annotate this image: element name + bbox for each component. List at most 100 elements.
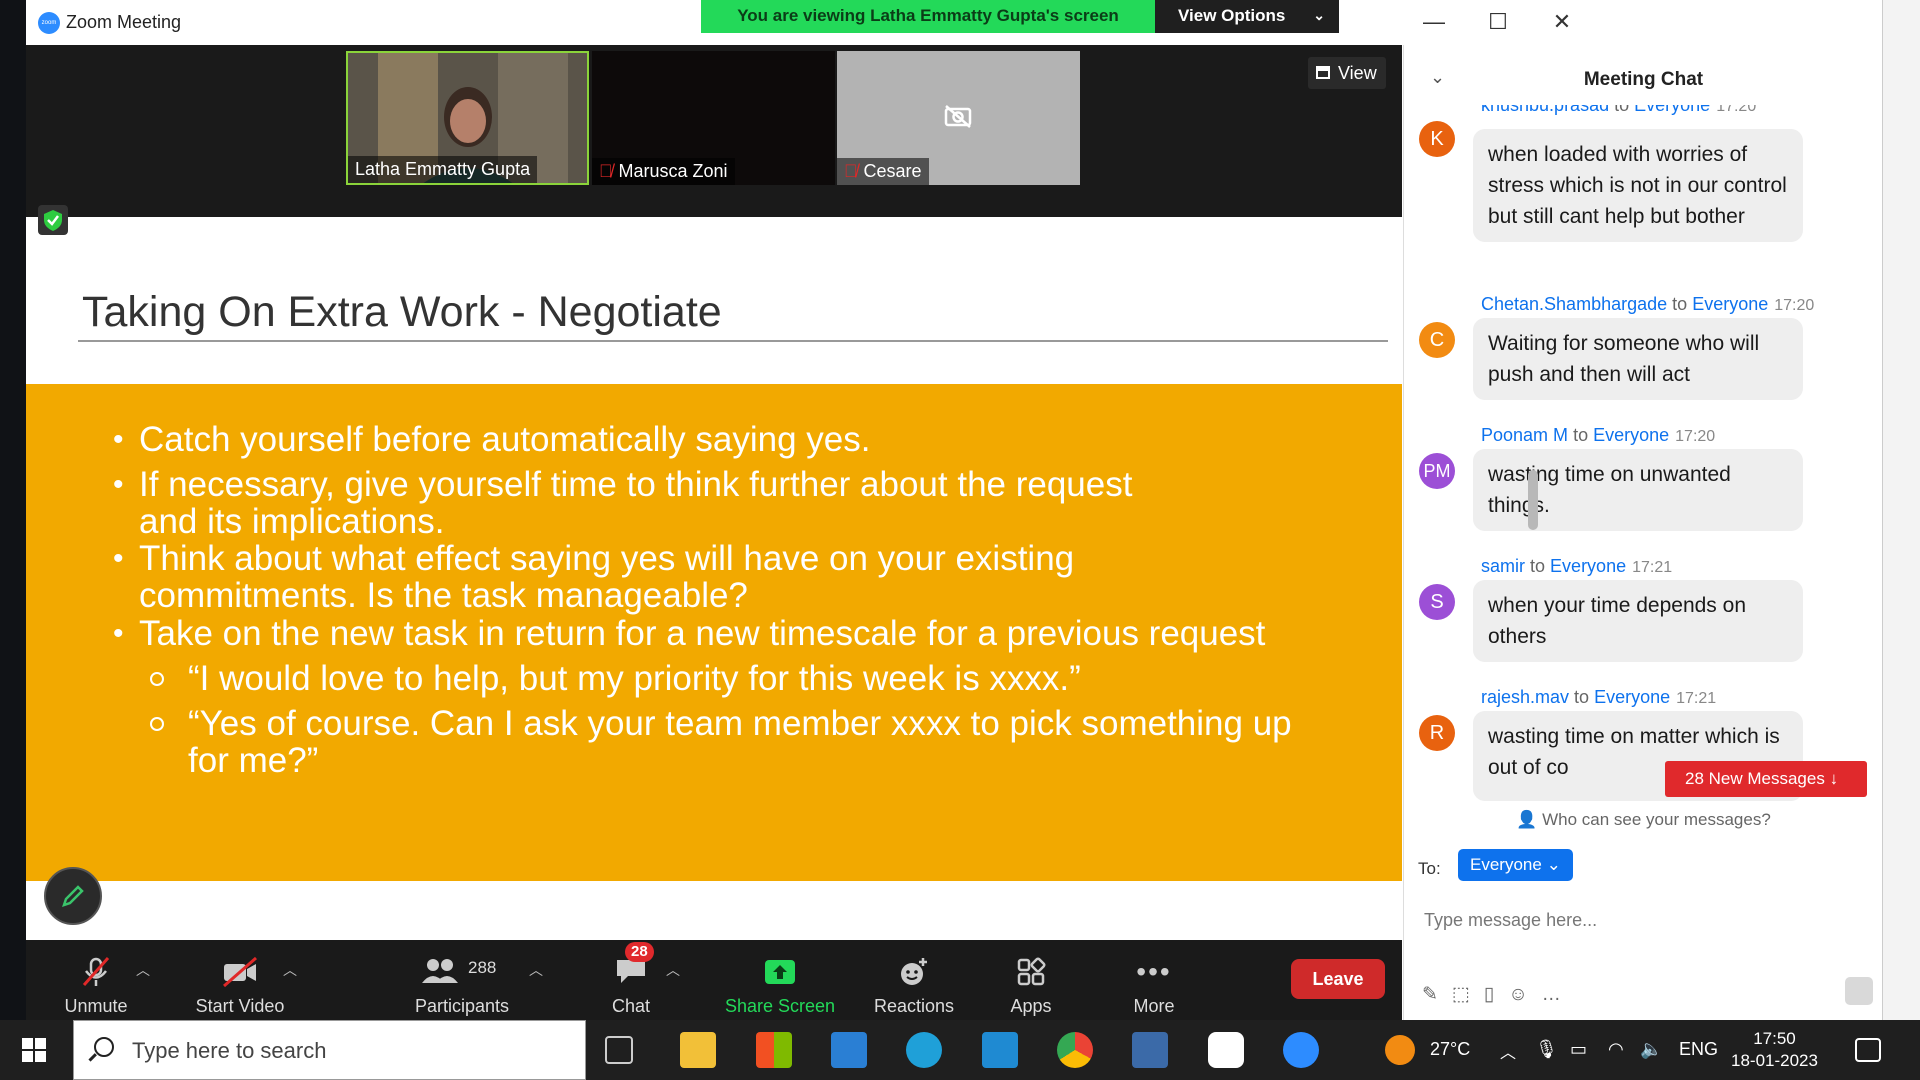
windows-taskbar: Type here to search 27°C ︿ 🎙 ▭ ◠ 🔈 ENG 1…	[0, 1020, 1920, 1080]
window-title: Zoom Meeting	[66, 12, 182, 32]
desktop-right-edge	[1882, 0, 1920, 1020]
search-icon	[94, 1037, 114, 1057]
new-messages-button[interactable]: 28 New Messages ↓	[1665, 761, 1867, 797]
message-sender[interactable]: Chetan.Shambhargade	[1481, 294, 1667, 314]
taskbar-clock[interactable]: 17:50 18-01-2023	[1731, 1028, 1818, 1072]
recipient-row: To: Everyone ⌄	[1418, 849, 1573, 881]
mic-muted-icon: 🎙̸	[599, 161, 613, 181]
weather-temperature[interactable]: 27°C	[1430, 1039, 1470, 1060]
tray-overflow-icon[interactable]: ︿	[1500, 1039, 1516, 1063]
share-screen-button[interactable]: Share Screen	[720, 956, 840, 1017]
message-sender[interactable]: khushbu.prasad	[1481, 105, 1609, 115]
chrome-icon[interactable]	[1057, 1032, 1093, 1068]
tile-name-label: Cesare	[863, 161, 922, 181]
mic-muted-icon: 🎙̸	[844, 161, 858, 181]
recipient-dropdown[interactable]: Everyone ⌄	[1458, 849, 1573, 881]
language-indicator[interactable]: ENG	[1679, 1039, 1718, 1060]
view-layout-button[interactable]: View	[1308, 57, 1386, 89]
participants-options-caret[interactable]: ︿	[529, 960, 543, 980]
user-visibility-icon: 👤	[1516, 810, 1538, 829]
more-dots-icon: •••	[1136, 956, 1172, 987]
message-recipient: Everyone	[1550, 556, 1627, 576]
slide-sub-bullet: “I would love to help, but my priority f…	[150, 660, 1338, 697]
taskbar-search-box[interactable]: Type here to search	[73, 1020, 586, 1080]
message-sender[interactable]: rajesh.mav	[1481, 687, 1569, 707]
video-options-caret[interactable]: ︿	[283, 960, 297, 980]
to-label: To:	[1418, 859, 1441, 878]
windows-start-button[interactable]	[22, 1038, 46, 1062]
view-options-button[interactable]: View Options ⌄	[1155, 0, 1339, 33]
share-screen-icon	[765, 960, 795, 984]
weather-icon[interactable]	[1385, 1035, 1415, 1065]
camera-off-icon	[944, 105, 972, 128]
message-recipient: Everyone	[1593, 425, 1670, 445]
slide-bullet: • Catch yourself before automatically say…	[113, 420, 871, 459]
microsoft-store-icon[interactable]	[756, 1032, 792, 1068]
annotate-pen-button[interactable]	[44, 867, 102, 925]
security-shield-icon[interactable]	[38, 205, 68, 235]
participants-button[interactable]: 288 Participants	[406, 956, 518, 1017]
notifications-icon[interactable]	[1855, 1038, 1881, 1062]
participants-count: 288	[468, 958, 497, 977]
video-tile-cesare[interactable]: 🎙̸ Cesare	[837, 51, 1080, 185]
volume-icon[interactable]: 🔈	[1640, 1039, 1662, 1060]
emoji-icon[interactable]: ☺	[1508, 984, 1541, 1005]
app-icon[interactable]	[1208, 1032, 1244, 1068]
avatar: PM	[1419, 453, 1455, 489]
format-icon[interactable]: ✎	[1422, 984, 1452, 1005]
start-video-button[interactable]: Start Video	[180, 956, 300, 1017]
message-bubble: when loaded with worries of stress which…	[1473, 129, 1803, 242]
more-button[interactable]: ••• More	[1124, 956, 1184, 1017]
zoom-meeting-window: zoom Zoom Meeting You are viewing Latha …	[26, 0, 1882, 1020]
slide-title-divider	[78, 340, 1388, 342]
slide-bullet: • Think about what effect saying yes will…	[113, 539, 1075, 615]
shared-slide: Taking On Extra Work - Negotiate • Catch …	[26, 217, 1402, 940]
zoom-taskbar-icon[interactable]	[1283, 1032, 1319, 1068]
video-tile-latha[interactable]: Latha Emmatty Gupta	[346, 51, 589, 185]
microphone-icon[interactable]: 🎙	[1535, 1039, 1558, 1060]
edge-browser-icon[interactable]	[906, 1032, 942, 1068]
message-recipient: Everyone	[1634, 105, 1711, 115]
mic-off-icon	[82, 957, 110, 986]
file-explorer-icon[interactable]	[680, 1032, 716, 1068]
battery-icon[interactable]: ▭	[1570, 1039, 1587, 1060]
grid-view-icon	[1316, 66, 1330, 79]
message-bubble: wasting time on unwanted things.	[1473, 449, 1803, 531]
video-tile-marusca[interactable]: 🎙̸ Marusca Zoni	[592, 51, 835, 185]
chat-options-caret[interactable]: ︿	[666, 960, 680, 980]
close-button[interactable]: ✕	[1537, 6, 1587, 38]
chat-scrollbar[interactable]	[1528, 470, 1538, 530]
message-sender[interactable]: samir	[1481, 556, 1525, 576]
reactions-button[interactable]: Reactions	[864, 956, 964, 1017]
mysql-workbench-icon[interactable]	[1132, 1032, 1168, 1068]
chat-button[interactable]: 28 Chat	[601, 942, 661, 1017]
video-strip: Latha Emmatty Gupta 🎙̸ Marusca Zoni 🎙̸ Ces…	[26, 45, 1402, 217]
message-recipient: Everyone	[1594, 687, 1671, 707]
message-bubble: Waiting for someone who will push and th…	[1473, 318, 1803, 400]
vscode-icon[interactable]	[982, 1032, 1018, 1068]
pencil-icon	[62, 885, 84, 907]
send-button[interactable]	[1845, 977, 1873, 1005]
leave-button[interactable]: Leave	[1291, 959, 1385, 999]
chat-formatting-tools: ✎⬚▯☺…	[1422, 983, 1575, 1006]
apps-button[interactable]: Apps	[1001, 956, 1061, 1017]
unmute-button[interactable]: Unmute	[56, 956, 136, 1017]
chat-panel: ⌄ Meeting Chat khushbu.prasad to Everyon…	[1403, 45, 1882, 1020]
slide-bullet: • If necessary, give yourself time to thi…	[113, 465, 1133, 541]
chat-unread-badge: 28	[625, 942, 654, 962]
task-view-icon[interactable]	[605, 1036, 633, 1064]
apps-icon	[1017, 957, 1046, 986]
mail-icon[interactable]	[831, 1032, 867, 1068]
minimize-button[interactable]: —	[1409, 6, 1459, 38]
wifi-icon[interactable]: ◠	[1608, 1039, 1624, 1060]
chat-message-input[interactable]: Type message here...	[1424, 910, 1597, 931]
message-sender[interactable]: Poonam M	[1481, 425, 1568, 445]
message-bubble: when your time depends on others	[1473, 580, 1803, 662]
more-icon[interactable]: …	[1542, 984, 1575, 1005]
file-icon[interactable]: ▯	[1484, 984, 1508, 1005]
screenshot-icon[interactable]: ⬚	[1452, 984, 1484, 1005]
maximize-button[interactable]: ☐	[1473, 6, 1523, 38]
audio-options-caret[interactable]: ︿	[136, 960, 150, 980]
chat-privacy-link[interactable]: 👤 Who can see your messages?	[1404, 810, 1883, 830]
view-label: View	[1338, 63, 1377, 83]
